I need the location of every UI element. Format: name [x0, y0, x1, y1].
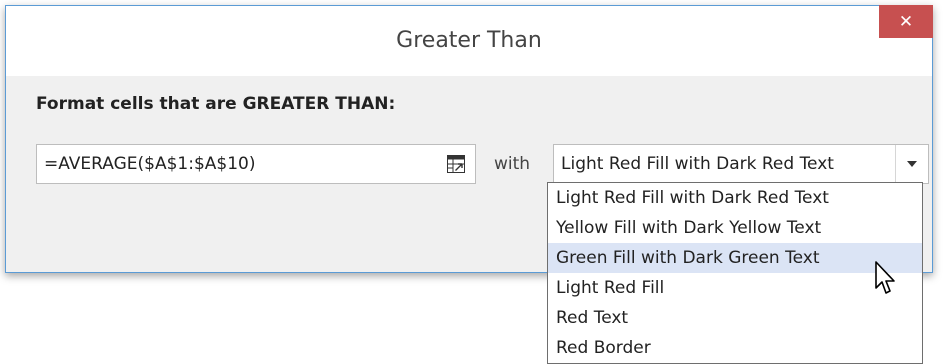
format-select-value: Light Red Fill with Dark Red Text — [561, 154, 834, 174]
format-select[interactable]: Light Red Fill with Dark Red Text — [553, 144, 929, 184]
close-icon: ✕ — [898, 11, 914, 32]
dropdown-arrow-button[interactable] — [895, 145, 928, 183]
formula-value: =AVERAGE($A$1:$A$10) — [44, 154, 256, 174]
format-options-list: Light Red Fill with Dark Red Text Yellow… — [547, 182, 923, 364]
format-option[interactable]: Light Red Fill with Dark Red Text — [548, 183, 922, 213]
format-option[interactable]: Light Red Fill — [548, 273, 922, 303]
collapse-dialog-icon[interactable] — [447, 155, 465, 173]
prompt-label: Format cells that are GREATER THAN: — [36, 94, 396, 114]
title-bar[interactable]: Greater Than ✕ — [6, 5, 933, 76]
format-option-hovered[interactable]: Green Fill with Dark Green Text — [548, 243, 922, 273]
format-option[interactable]: Red Border — [548, 333, 922, 363]
chevron-down-icon — [907, 161, 917, 167]
with-label: with — [494, 154, 531, 174]
format-option[interactable]: Yellow Fill with Dark Yellow Text — [548, 213, 922, 243]
mouse-pointer-icon — [875, 261, 895, 294]
close-button[interactable]: ✕ — [879, 5, 933, 38]
dialog-title: Greater Than — [396, 28, 542, 53]
format-option[interactable]: Red Text — [548, 303, 922, 333]
formula-input[interactable]: =AVERAGE($A$1:$A$10) — [36, 144, 476, 184]
